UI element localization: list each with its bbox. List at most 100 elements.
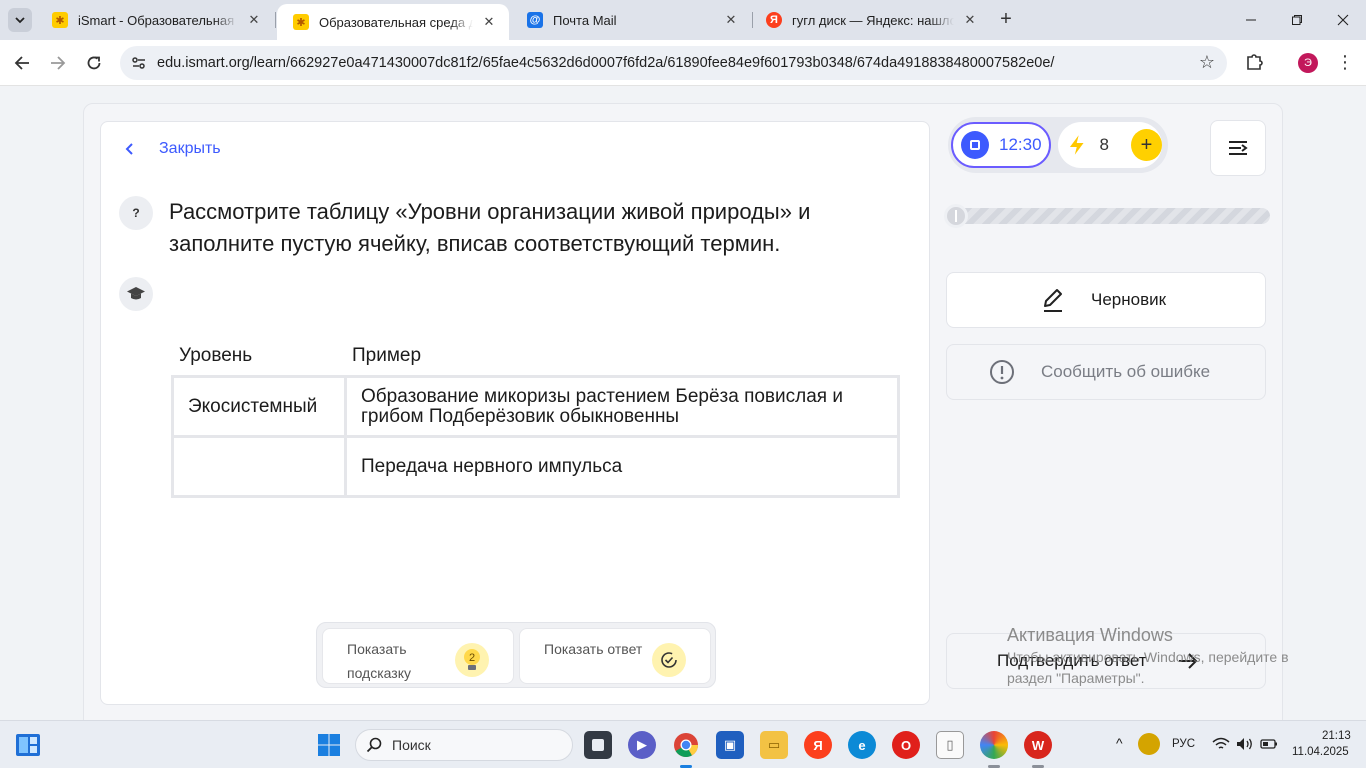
browser-tab[interactable]: Я гугл диск — Яндекс: нашлось 9 ✕ (750, 0, 990, 40)
profile-avatar[interactable]: Э (1298, 53, 1318, 73)
tab-title: Почта Mail (553, 12, 617, 28)
extensions-puzzle-icon[interactable] (1244, 51, 1266, 73)
edge-icon[interactable]: e (848, 731, 876, 759)
reload-icon (87, 56, 101, 70)
photos-app-icon[interactable] (980, 731, 1008, 759)
close-task-link[interactable]: Закрыть (121, 140, 221, 158)
tab-strip: ✱ iSmart - Образовательная пла ✕ ✱ Образ… (0, 0, 1366, 40)
tray-app-icon[interactable] (1138, 733, 1160, 755)
graduation-cap-icon[interactable] (119, 277, 153, 311)
check-circle-icon (652, 643, 686, 677)
bookmark-star-icon[interactable]: ☆ (1199, 52, 1215, 73)
task-card: Закрыть ? Рассмотрите таблицу «Уровни ор… (100, 121, 930, 705)
teams-meet-icon[interactable]: ▶ (628, 731, 656, 759)
widgets-icon[interactable] (14, 731, 42, 759)
task-list-menu-button[interactable] (1210, 120, 1266, 176)
minimize-button[interactable] (1228, 0, 1274, 40)
document-file-icon[interactable]: ▯ (936, 731, 964, 759)
restore-icon (1292, 15, 1302, 25)
draft-label: Черновик (1091, 290, 1167, 309)
ismart-favicon-icon: ✱ (293, 14, 309, 30)
energy-counter: 8 + (1058, 122, 1162, 168)
report-error-button[interactable]: Сообщить об ошибке (946, 344, 1266, 400)
help-buttons-group: Показать подсказку 2 Показать ответ (316, 622, 716, 688)
browser-tab-active[interactable]: ✱ Образовательная среда для са ✕ (277, 4, 509, 40)
browser-tab[interactable]: @ Почта Mail ✕ (511, 0, 751, 40)
page-content: Закрыть ? Рассмотрите таблицу «Уровни ор… (0, 87, 1366, 733)
timer-value: 12:30 (999, 135, 1042, 154)
browser-tab[interactable]: ✱ iSmart - Образовательная пла ✕ (36, 0, 274, 40)
energy-value: 8 (1099, 135, 1109, 154)
pencil-icon (1044, 289, 1062, 312)
restore-button[interactable] (1274, 0, 1320, 40)
status-pill: 12:30 8 + (948, 117, 1168, 173)
close-window-button[interactable] (1320, 0, 1366, 40)
tab-title: Образовательная среда для са (319, 14, 473, 30)
clock-date[interactable]: 11.04.2025 (1292, 746, 1349, 758)
arrow-left-icon (14, 56, 29, 70)
taskbar-search[interactable]: Поиск (355, 729, 573, 761)
list-menu-icon (1229, 141, 1248, 155)
chevron-down-icon (15, 17, 25, 24)
close-icon (1337, 14, 1349, 26)
new-tab-button[interactable]: + (994, 8, 1018, 32)
windows-taskbar: Поиск ▶ ▣ ▭ Я e O ▯ W ^ РУС 21:13 11.04.… (0, 720, 1366, 768)
table-header-level: Уровень (179, 345, 253, 366)
example-cell: Образование микоризы растением Берёза по… (344, 375, 900, 438)
close-tab-icon[interactable]: ✕ (246, 12, 262, 28)
lightning-icon (1069, 135, 1084, 155)
show-hint-button[interactable]: Показать подсказку 2 (322, 628, 514, 684)
opera-icon[interactable]: O (892, 731, 920, 759)
example-cell: Передача нервного импульса (344, 435, 900, 498)
chevron-left-icon (125, 143, 133, 155)
chrome-icon[interactable] (672, 731, 700, 759)
show-answer-label: Показать ответ (544, 641, 643, 657)
volume-icon[interactable] (1236, 737, 1254, 751)
file-explorer-icon[interactable]: ▭ (760, 731, 788, 759)
draft-button[interactable]: Черновик (946, 272, 1266, 328)
progress-knob (944, 204, 968, 228)
site-settings-icon[interactable] (130, 54, 148, 72)
show-hidden-icons-icon[interactable]: ^ (1116, 735, 1123, 751)
yandex-favicon-icon: Я (766, 12, 782, 28)
level-cell: Экосистемный (171, 375, 347, 438)
table-header-example: Пример (352, 345, 422, 366)
language-indicator[interactable]: РУС (1172, 738, 1195, 750)
url-text: edu.ismart.org/learn/662927e0a471430007d… (157, 55, 1055, 71)
start-windows-icon[interactable] (315, 731, 343, 759)
browser-toolbar: edu.ismart.org/learn/662927e0a471430007d… (0, 40, 1366, 86)
add-energy-button[interactable]: + (1130, 129, 1162, 161)
exclamation-circle-icon (990, 360, 1014, 384)
search-icon (366, 737, 382, 753)
mail-favicon-icon: @ (527, 12, 543, 28)
forward-button[interactable] (44, 49, 72, 77)
confirm-answer-button[interactable]: Подтвердить ответ (946, 633, 1266, 689)
tab-search-button[interactable] (8, 8, 32, 32)
battery-icon[interactable] (1260, 738, 1278, 750)
clock-time[interactable]: 21:13 (1322, 730, 1351, 742)
arrow-right-icon (51, 56, 66, 70)
reload-button[interactable] (80, 49, 108, 77)
question-icon: ? (119, 196, 153, 230)
timer[interactable]: 12:30 (951, 122, 1051, 168)
show-answer-button[interactable]: Показать ответ (519, 628, 711, 684)
search-label: Поиск (392, 737, 431, 753)
lightbulb-icon: 2 (455, 643, 489, 677)
close-tab-icon[interactable]: ✕ (962, 12, 978, 28)
task-view-icon[interactable] (584, 731, 612, 759)
back-button[interactable] (8, 49, 36, 77)
save-disk-icon[interactable]: ▣ (716, 731, 744, 759)
wifi-icon[interactable] (1212, 737, 1230, 751)
question-text: Рассмотрите таблицу «Уровни организации … (169, 199, 811, 256)
stop-timer-icon[interactable] (961, 131, 989, 159)
table-row: Экосистемный Образование микоризы растен… (171, 375, 900, 438)
yandex-browser-icon[interactable]: Я (804, 731, 832, 759)
address-bar[interactable]: edu.ismart.org/learn/662927e0a471430007d… (120, 46, 1227, 80)
wps-office-icon[interactable]: W (1024, 731, 1052, 759)
levels-table: Экосистемный Образование микоризы растен… (171, 375, 900, 498)
close-tab-icon[interactable]: ✕ (481, 14, 497, 30)
close-tab-icon[interactable]: ✕ (723, 12, 739, 28)
browser-menu-icon[interactable]: ⋮ (1336, 52, 1354, 72)
minimize-icon (1246, 19, 1256, 21)
answer-cell-empty[interactable] (171, 435, 347, 498)
